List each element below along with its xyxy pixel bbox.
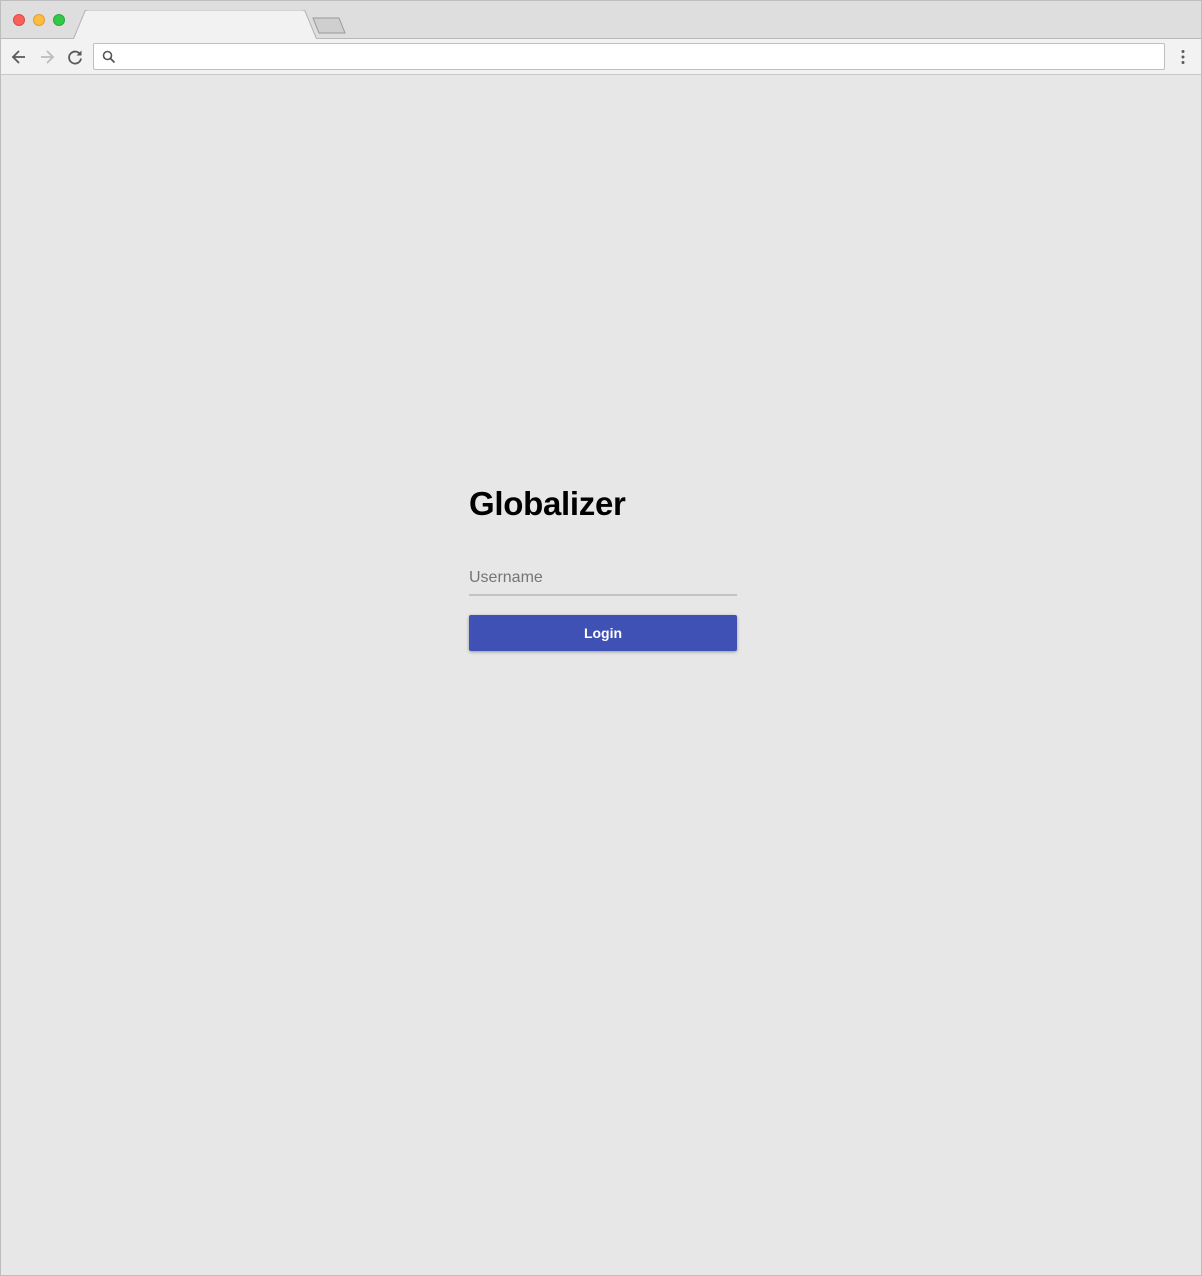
username-field-wrapper bbox=[469, 564, 737, 596]
page-viewport: Globalizer Login bbox=[1, 76, 1201, 1275]
more-vert-icon[interactable] bbox=[1173, 47, 1193, 67]
username-input[interactable] bbox=[469, 564, 737, 592]
maximize-window-button[interactable] bbox=[53, 14, 65, 26]
new-tab-button[interactable] bbox=[311, 17, 347, 35]
browser-window: Globalizer Login bbox=[0, 0, 1202, 1276]
login-button[interactable]: Login bbox=[469, 615, 737, 651]
address-bar[interactable] bbox=[93, 43, 1165, 70]
tab-strip bbox=[1, 1, 1201, 40]
address-input[interactable] bbox=[122, 44, 1160, 69]
reload-icon[interactable] bbox=[65, 47, 85, 67]
login-form: Globalizer Login bbox=[469, 484, 737, 651]
tab-active[interactable] bbox=[73, 10, 319, 40]
browser-toolbar bbox=[1, 39, 1201, 75]
search-icon bbox=[102, 50, 116, 64]
minimize-window-button[interactable] bbox=[33, 14, 45, 26]
arrow-right-icon[interactable] bbox=[37, 47, 57, 67]
arrow-left-icon[interactable] bbox=[9, 47, 29, 67]
page-title: Globalizer bbox=[469, 485, 626, 522]
close-window-button[interactable] bbox=[13, 14, 25, 26]
